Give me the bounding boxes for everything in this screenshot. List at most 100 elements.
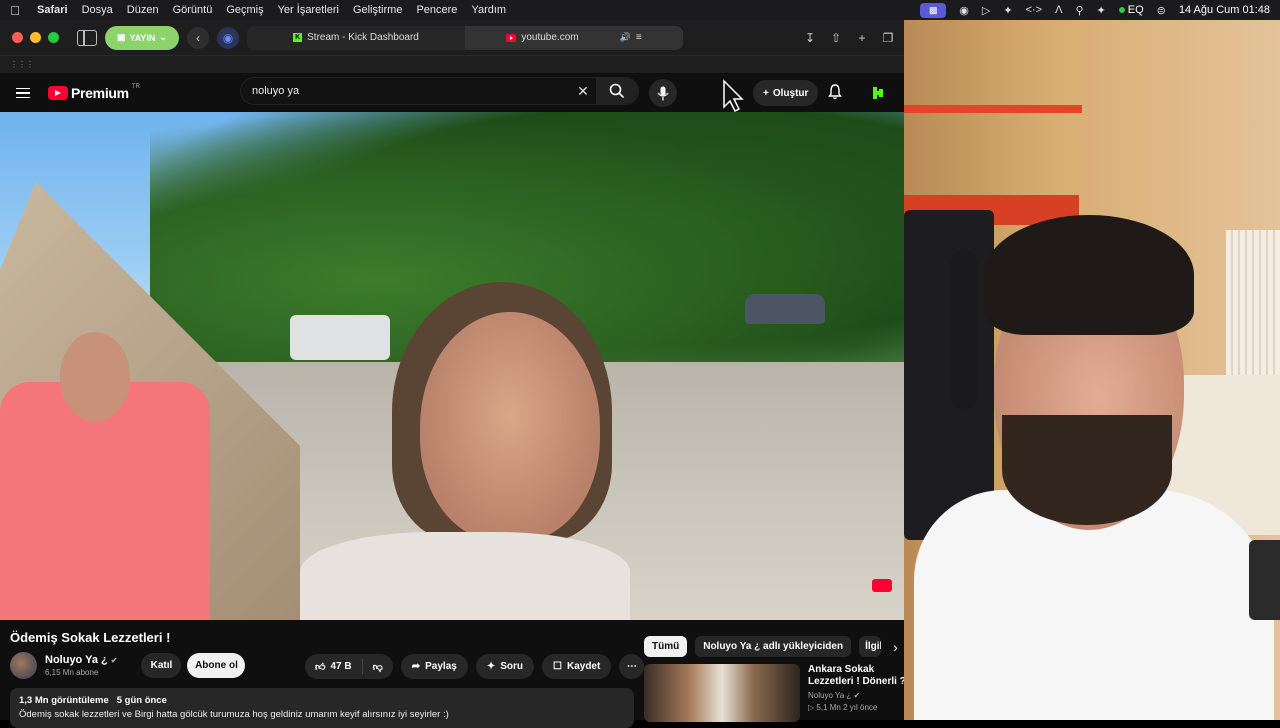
recommended-video[interactable]: Ankara Sokak Lezzetleri ! Dönerli ? Nolu…: [644, 664, 908, 722]
microphone-icon: [1249, 540, 1280, 620]
create-button[interactable]: + Oluştur: [753, 80, 819, 106]
code-icon[interactable]: <·>: [1026, 4, 1043, 16]
channel-avatar[interactable]: [10, 652, 37, 679]
more-horizontal-icon: ⋯: [626, 661, 637, 672]
ask-button[interactable]: ✦ Soru: [475, 654, 534, 679]
recommended-thumbnail[interactable]: [644, 664, 800, 722]
menu-safari[interactable]: Safari: [30, 4, 75, 16]
more-actions-button[interactable]: ⋯: [619, 654, 645, 679]
play-circle-icon[interactable]: ▷: [982, 4, 990, 17]
search-icon[interactable]: ⚲: [1075, 4, 1083, 17]
plus-icon: +: [763, 87, 769, 99]
apple-menu-icon[interactable]: : [0, 3, 30, 18]
chevron-down-icon: ⌄: [159, 32, 167, 42]
video-frame-man-head: [60, 332, 130, 422]
chip-all[interactable]: Tümü: [644, 636, 688, 657]
obs-icon[interactable]: ◉: [959, 4, 969, 17]
sparkle-icon[interactable]: ✦: [1097, 4, 1106, 17]
verified-badge-icon: ✔: [853, 691, 861, 700]
video-frame-car: [745, 294, 825, 324]
account-avatar[interactable]: [867, 82, 889, 104]
control-center-icon[interactable]: ⊜: [1157, 4, 1166, 17]
tab-group-label: YAYIN: [129, 32, 156, 43]
logo-word: Premium: [71, 85, 129, 101]
tab-kick-dashboard[interactable]: K Stream - Kick Dashboard: [247, 26, 465, 50]
zoom-window-button[interactable]: [48, 32, 59, 43]
eq-status[interactable]: EQ: [1118, 4, 1144, 16]
dislike-button[interactable]: 👎︎: [363, 654, 393, 679]
share-icon[interactable]: ⇧: [828, 30, 844, 46]
voice-search-button[interactable]: [649, 79, 677, 107]
channel-text: Noluyo Ya ¿ ✔ 6,15 Mn abone: [45, 654, 117, 677]
video-title: Ödemiş Sokak Lezzetleri !: [10, 630, 171, 645]
video-player[interactable]: [0, 112, 904, 620]
close-window-button[interactable]: [12, 32, 23, 43]
grid-icon[interactable]: ⋮⋮⋮: [10, 60, 34, 69]
chip-related[interactable]: İlgili: [859, 636, 882, 657]
recommended-title[interactable]: Ankara Sokak Lezzetleri ! Dönerli ?: [808, 664, 908, 688]
menu-gecmis[interactable]: Geçmiş: [219, 4, 270, 16]
minimize-window-button[interactable]: [30, 32, 41, 43]
menu-pencere[interactable]: Pencere: [409, 4, 464, 16]
webcam-chair: [904, 210, 994, 540]
channel-watermark-icon[interactable]: [872, 579, 892, 592]
notifications-bell-icon[interactable]: [828, 84, 842, 100]
downloads-icon[interactable]: ↧: [802, 30, 818, 46]
search-box: noluyo ya ✕: [240, 77, 639, 105]
youtube-icon: [506, 33, 517, 42]
ask-label: Soru: [500, 661, 523, 672]
description-box[interactable]: 1,3 Mn görüntüleme 5 gün önce Ödemiş sok…: [10, 688, 634, 728]
sidebar-toggle-icon[interactable]: [77, 29, 97, 46]
upload-age: 5 gün önce: [116, 695, 167, 706]
menu-yardim[interactable]: Yardım: [464, 4, 513, 16]
kick-icon: K: [293, 33, 303, 42]
webcam-person-hair: [984, 215, 1194, 335]
kick-avatar-icon: [873, 87, 883, 99]
verified-badge-icon: ✔: [110, 655, 118, 665]
extension-icon[interactable]: ◉: [217, 26, 239, 49]
share-button[interactable]: ➦ Paylaş: [400, 654, 468, 679]
screen-record-icon[interactable]: ▩: [920, 2, 947, 18]
youtube-premium-logo[interactable]: Premium TR: [48, 84, 140, 101]
sparkle-icon: ✦: [486, 661, 496, 672]
youtube-header: Premium TR noluyo ya ✕ + Oluştur: [0, 73, 904, 113]
audio-playing-icon[interactable]: 🔊: [620, 32, 631, 43]
clear-search-icon[interactable]: ✕: [570, 83, 596, 100]
chevron-right-icon[interactable]: ›: [893, 639, 898, 655]
subscriber-count: 6,15 Mn abone: [45, 668, 99, 677]
webcam-person-beard: [1002, 415, 1172, 525]
like-button[interactable]: 👍︎ 47 B: [305, 654, 362, 679]
menu-yer-isaretleri[interactable]: Yer İşaretleri: [271, 4, 346, 16]
menu-goruntu[interactable]: Görüntü: [166, 4, 220, 16]
search-button[interactable]: [596, 78, 638, 104]
menu-dosya[interactable]: Dosya: [75, 4, 120, 16]
channel-name[interactable]: Noluyo Ya ¿: [45, 654, 108, 666]
subscribe-button[interactable]: Abone ol: [187, 653, 246, 678]
chip-from-uploader[interactable]: Noluyo Ya ¿ adlı yükleyiciden: [695, 636, 852, 657]
save-label: Kaydet: [566, 661, 601, 672]
recommended-text: Ankara Sokak Lezzetleri ! Dönerli ? Nolu…: [808, 664, 908, 722]
menu-gelistirme[interactable]: Geliştirme: [346, 4, 410, 16]
save-button[interactable]: ☐ Kaydet: [542, 654, 612, 679]
tab-group-yayin[interactable]: ▣ YAYIN ⌄: [105, 25, 179, 50]
menu-icon[interactable]: [16, 87, 30, 99]
recommended-views: 5,1 Mn: [816, 703, 841, 712]
tab-overview-icon[interactable]: ❐: [880, 30, 896, 46]
logo-region: TR: [131, 84, 140, 90]
tab-youtube[interactable]: youtube.com 🔊 ≡: [465, 25, 683, 50]
menu-duzen[interactable]: Düzen: [120, 4, 166, 16]
bookmark-icon: ☐: [553, 661, 562, 672]
menubar-datetime[interactable]: 14 Ağu Cum 01:48: [1179, 4, 1270, 16]
fork-knife-icon[interactable]: ✦: [1003, 4, 1012, 17]
views-play-icon: ▷: [808, 703, 815, 712]
search-input[interactable]: noluyo ya: [241, 85, 570, 97]
tab-bar: K Stream - Kick Dashboard youtube.com 🔊 …: [247, 25, 683, 50]
join-button[interactable]: Katıl: [141, 653, 182, 678]
thumbs-up-icon: 👍︎: [315, 661, 326, 673]
back-button[interactable]: ‹: [187, 26, 209, 49]
channel-name-row[interactable]: Noluyo Ya ¿ ✔: [45, 654, 117, 666]
recommended-meta: ▷ 5,1 Mn 2 yıl önce: [808, 703, 908, 712]
arrow-up-icon[interactable]: Λ: [1055, 4, 1062, 16]
reader-icon[interactable]: ≡: [636, 32, 642, 43]
new-tab-icon[interactable]: +: [854, 30, 870, 46]
